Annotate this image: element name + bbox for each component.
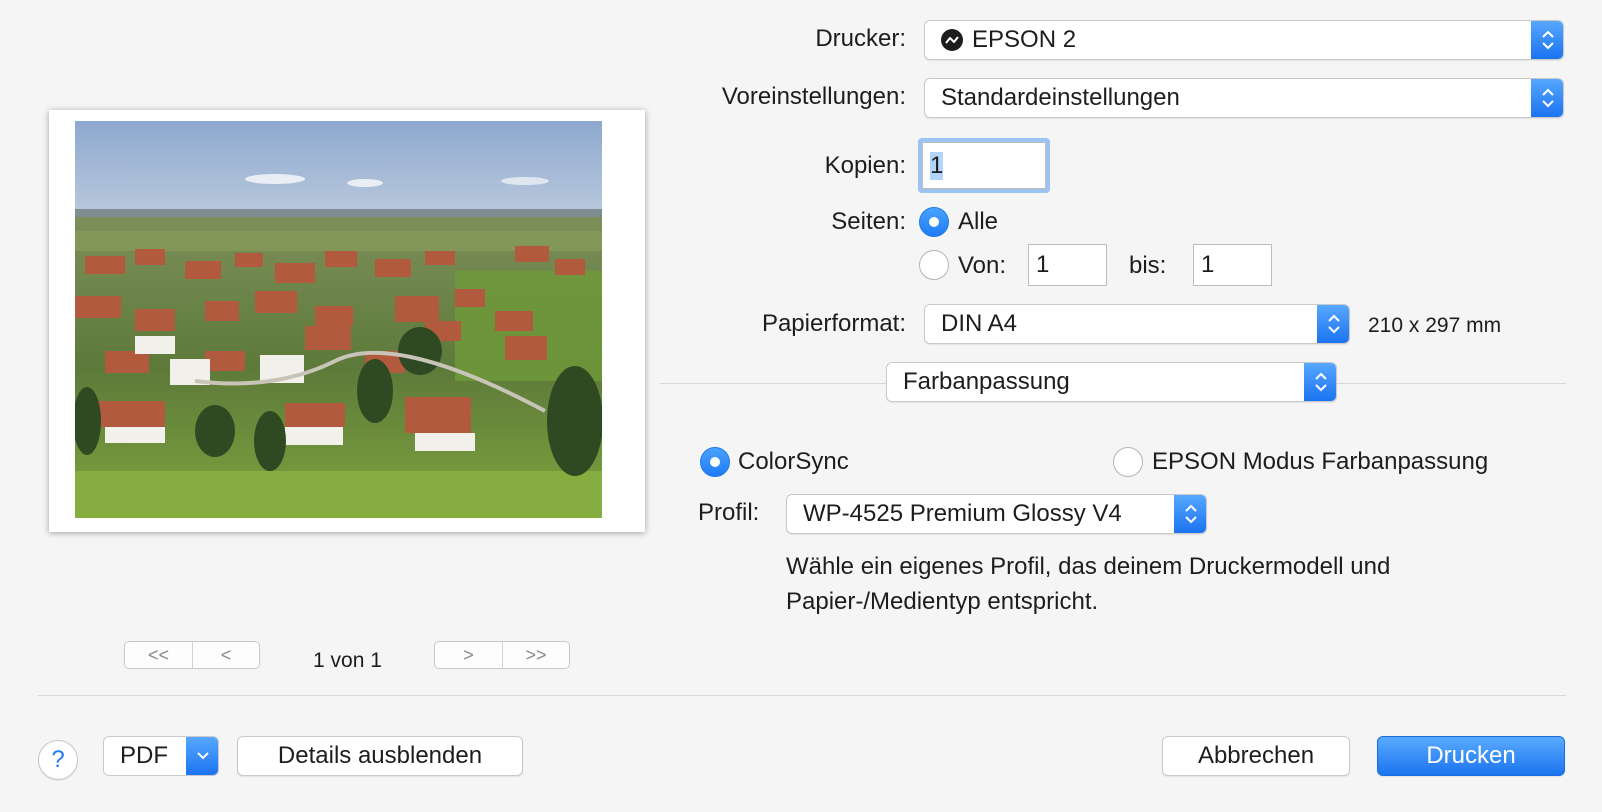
profile-hint-line2: Papier-/Medientyp entspricht.: [786, 588, 1099, 615]
help-button[interactable]: ?: [38, 740, 78, 780]
presets-label: Voreinstellungen:: [721, 83, 906, 110]
paper-size-value: DIN A4: [941, 310, 1018, 337]
first-page-button[interactable]: <<: [125, 642, 192, 668]
chevron-down-icon: [186, 737, 218, 775]
pages-from-label: Von:: [958, 252, 1007, 279]
pages-to-value: 1: [1201, 251, 1215, 278]
pages-all-radio[interactable]: [919, 207, 949, 237]
pages-from-input[interactable]: 1: [1028, 244, 1107, 286]
preview-nav-back-group: << <: [124, 641, 260, 669]
help-icon: ?: [51, 746, 65, 773]
copies-input[interactable]: 1: [922, 142, 1046, 189]
chevron-updown-icon: [1304, 363, 1336, 401]
profile-hint-line1: Wähle ein eigenes Profil, das deinem Dru…: [786, 553, 1391, 580]
village-photo-image: [75, 121, 602, 518]
profile-popup[interactable]: WP-4525 Premium Glossy V4: [786, 494, 1207, 534]
section-value: Farbanpassung: [903, 368, 1070, 395]
presets-value: Standardeinstellungen: [941, 84, 1180, 111]
cancel-button[interactable]: Abbrechen: [1162, 736, 1350, 776]
profile-label: Profil:: [698, 499, 760, 526]
printer-label: Drucker:: [815, 25, 906, 52]
copies-value: 1: [930, 151, 944, 180]
epson-color-radio[interactable]: [1113, 447, 1143, 477]
chevron-updown-icon: [1317, 305, 1349, 343]
printer-status-icon: [941, 29, 963, 51]
pages-to-label: bis:: [1129, 252, 1167, 279]
pdf-label: PDF: [120, 742, 168, 769]
next-page-button[interactable]: >: [435, 642, 502, 668]
chevron-updown-icon: [1531, 21, 1563, 59]
pages-range-radio[interactable]: [919, 250, 949, 280]
profile-value: WP-4525 Premium Glossy V4: [803, 500, 1122, 527]
section-popup[interactable]: Farbanpassung: [886, 362, 1337, 402]
paper-label: Papierformat:: [761, 310, 906, 337]
colorsync-label: ColorSync: [738, 448, 849, 475]
hide-details-button[interactable]: Details ausblenden: [237, 736, 523, 776]
last-page-button[interactable]: >>: [502, 642, 569, 668]
printer-popup[interactable]: EPSON 2: [924, 20, 1564, 60]
presets-popup[interactable]: Standardeinstellungen: [924, 78, 1564, 118]
pages-from-value: 1: [1036, 251, 1050, 278]
print-preview-page: [49, 110, 645, 532]
page-count-label: 1 von 1: [313, 649, 382, 672]
pages-label: Seiten:: [831, 208, 906, 235]
colorsync-radio[interactable]: [700, 447, 730, 477]
epson-color-label: EPSON Modus Farbanpassung: [1152, 448, 1489, 475]
printer-value: EPSON 2: [972, 26, 1077, 53]
preview-photo-village-aerial: [75, 121, 602, 518]
chevron-updown-icon: [1174, 495, 1206, 533]
pages-all-label: Alle: [958, 208, 999, 235]
pages-to-input[interactable]: 1: [1193, 244, 1272, 286]
copies-label: Kopien:: [824, 152, 906, 179]
chevron-updown-icon: [1531, 79, 1563, 117]
paper-dimensions: 210 x 297 mm: [1368, 314, 1502, 337]
footer-separator: [38, 695, 1566, 696]
print-button[interactable]: Drucken: [1377, 736, 1565, 776]
profile-hint: Wähle ein eigenes Profil, das deinem Dru…: [786, 549, 1566, 619]
preview-nav-forward-group: > >>: [434, 641, 570, 669]
previous-page-button[interactable]: <: [192, 642, 259, 668]
pdf-menu-button[interactable]: PDF: [103, 736, 219, 776]
paper-size-popup[interactable]: DIN A4: [924, 304, 1350, 344]
